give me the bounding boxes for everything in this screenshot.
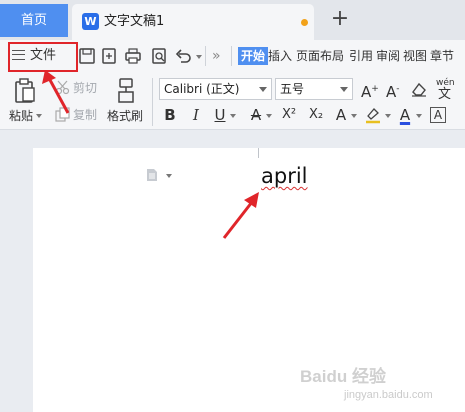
unsaved-indicator <box>301 19 308 26</box>
grow-font-icon[interactable]: A+ <box>361 80 379 101</box>
highlight-icon[interactable] <box>364 106 382 124</box>
watermark: Baidu 经验 <box>300 367 386 386</box>
bold-button[interactable]: B <box>163 105 177 125</box>
subscript-button[interactable]: X₂ <box>306 105 326 125</box>
print-icon[interactable] <box>124 47 142 65</box>
print-preview-icon[interactable] <box>150 47 168 65</box>
ribbon-tab-page-layout[interactable]: 页面布局 <box>296 47 344 65</box>
paste-icon[interactable] <box>13 78 37 104</box>
document-title: 文字文稿1 <box>104 14 165 29</box>
more-tabs-button[interactable]: » <box>212 47 221 65</box>
undo-icon[interactable] <box>174 47 192 65</box>
tab-document[interactable]: W 文字文稿1 <box>72 4 314 40</box>
new-tab-button[interactable]: + <box>330 8 350 30</box>
cut-button[interactable]: 剪切 <box>73 81 97 95</box>
divider <box>152 78 153 126</box>
pinyin-char: 文 <box>438 87 452 102</box>
char-border-button[interactable]: A <box>430 107 446 123</box>
font-name-select[interactable]: Calibri (正文) <box>159 78 272 100</box>
paragraph-layout-icon[interactable] <box>146 168 158 182</box>
ribbon-tab-insert[interactable]: 插入 <box>268 47 292 65</box>
export-pdf-icon[interactable] <box>100 47 118 65</box>
font-size-value: 五号 <box>280 82 305 96</box>
tab-home[interactable]: 首页 <box>0 4 68 37</box>
chevron-down-icon <box>259 87 267 92</box>
divider <box>205 46 206 66</box>
strikethrough-dropdown-icon[interactable] <box>266 114 272 118</box>
undo-dropdown-icon[interactable] <box>196 55 202 59</box>
font-size-select[interactable]: 五号 <box>275 78 353 100</box>
paragraph-layout-dropdown-icon[interactable] <box>166 174 172 178</box>
underline-dropdown-icon[interactable] <box>230 114 236 118</box>
document-text[interactable]: april <box>261 163 308 189</box>
font-color-dropdown-icon[interactable] <box>416 114 422 118</box>
paste-label[interactable]: 粘贴 <box>9 109 33 123</box>
copy-button[interactable]: 复制 <box>73 108 97 122</box>
highlight-dropdown-icon[interactable] <box>385 114 391 118</box>
wps-writer-icon: W <box>82 13 99 30</box>
chevron-down-icon <box>340 87 348 92</box>
divider <box>231 46 232 66</box>
strikethrough-button[interactable]: A <box>249 105 263 125</box>
tab-strip: 首页 W 文字文稿1 + <box>0 0 465 40</box>
ribbon-tab-review[interactable]: 审阅 <box>376 47 400 65</box>
shrink-font-icon[interactable]: A- <box>386 80 400 101</box>
superscript-button[interactable]: X² <box>279 105 299 125</box>
watermark-url: jingyan.baidu.com <box>344 389 433 401</box>
italic-button[interactable]: I <box>190 105 202 125</box>
format-painter-label[interactable]: 格式刷 <box>107 109 143 123</box>
text-effect-button[interactable]: A <box>334 105 348 125</box>
margin-marker <box>258 148 259 158</box>
scissors-icon <box>55 80 70 95</box>
clear-format-icon[interactable] <box>411 81 427 97</box>
format-painter-icon[interactable] <box>115 78 137 104</box>
save-icon[interactable] <box>78 47 96 65</box>
font-name-value: Calibri (正文) <box>164 82 240 96</box>
ribbon-tab-references[interactable]: 引用 <box>349 47 373 65</box>
font-color-button[interactable]: A <box>398 105 412 125</box>
ribbon-tab-view[interactable]: 视图 <box>403 47 427 65</box>
ribbon-tab-chapter[interactable]: 章节 <box>430 47 454 65</box>
paste-dropdown-icon[interactable] <box>36 114 42 118</box>
ribbon-tab-start[interactable]: 开始 <box>238 47 269 65</box>
text-effect-dropdown-icon[interactable] <box>351 114 357 118</box>
annotation-highlight-box <box>8 42 78 72</box>
copy-icon <box>55 107 70 122</box>
underline-button[interactable]: U <box>213 105 227 125</box>
document-page[interactable] <box>33 148 465 412</box>
